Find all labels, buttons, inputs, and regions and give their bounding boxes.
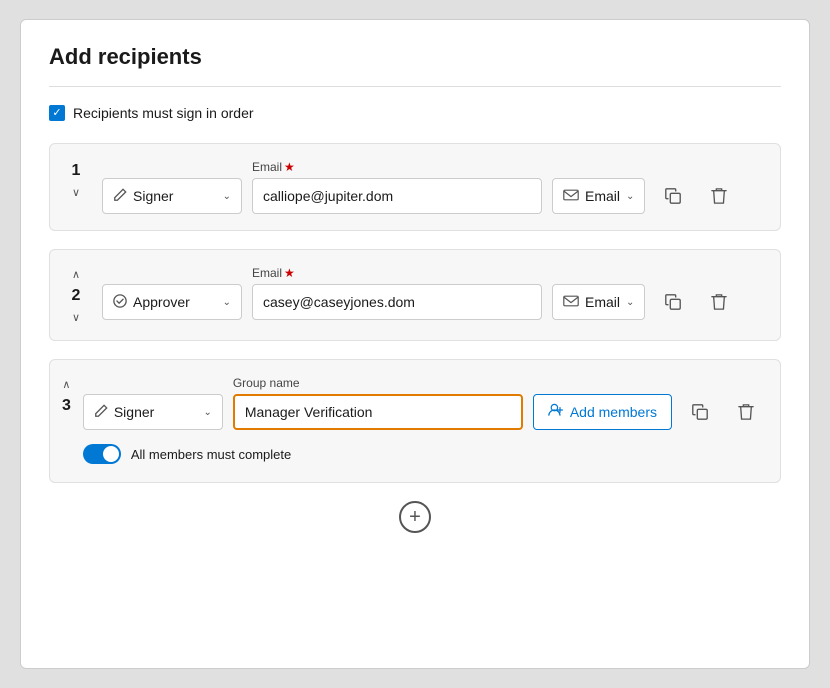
group-name-field-group: Group name — [233, 376, 523, 430]
delete-btn-2[interactable] — [701, 284, 737, 320]
all-members-row: All members must complete — [83, 444, 764, 464]
delivery-dropdown-1[interactable]: Email ⌄ — [552, 178, 645, 214]
add-members-button[interactable]: Add members — [533, 394, 672, 430]
recipient-body-1: Signer ⌄ Email★ — [102, 160, 764, 214]
add-recipient-button[interactable]: + — [399, 501, 431, 533]
person-add-icon — [548, 403, 564, 421]
title-divider — [49, 86, 781, 87]
envelope-icon-2 — [563, 294, 579, 310]
recipient-main-row-1: Signer ⌄ Email★ — [102, 160, 764, 214]
dropdown-arrow-icon-1: ⌄ — [223, 191, 231, 202]
email-input-1[interactable] — [252, 178, 542, 214]
all-members-label: All members must complete — [131, 447, 291, 462]
delivery-dropdown-2[interactable]: Email ⌄ — [552, 284, 645, 320]
envelope-icon-1 — [563, 188, 579, 204]
approver-icon-2 — [113, 294, 127, 311]
recipient-number-col-3: ∧ 3 — [50, 376, 83, 415]
toggle-thumb — [103, 446, 119, 462]
add-circle-row: + — [49, 501, 781, 533]
email-field-group-2: Email★ — [252, 266, 542, 320]
copy-btn-2[interactable] — [655, 284, 691, 320]
modal-title: Add recipients — [49, 44, 781, 70]
recipient-card-3: ∧ 3 Signer ⌄ — [49, 359, 781, 483]
group-name-label: Group name — [233, 376, 523, 390]
role-dropdown-2[interactable]: Approver ⌄ — [102, 284, 242, 320]
toggle-track — [83, 444, 121, 464]
recipient-card-1: 1 ∨ Signer ⌄ — [49, 143, 781, 231]
dropdown-arrow-icon-2: ⌄ — [223, 297, 231, 308]
recipient-main-row-2: Approver ⌄ Email★ — [102, 266, 764, 320]
sign-order-label: Recipients must sign in order — [73, 105, 254, 121]
recipient-card-2: ∧ 2 ∨ Approver ⌄ — [49, 249, 781, 341]
add-members-label: Add members — [570, 404, 657, 420]
chevron-down-icon-1[interactable]: ∨ — [72, 186, 80, 199]
delete-btn-3[interactable] — [728, 394, 764, 430]
delivery-label-1: Email — [585, 188, 620, 204]
copy-btn-3[interactable] — [682, 394, 718, 430]
delete-btn-1[interactable] — [701, 178, 737, 214]
pen-icon-1 — [113, 188, 127, 205]
recipient-number-1: 1 — [72, 162, 81, 180]
role-field-group-2: Approver ⌄ — [102, 266, 242, 320]
role-dropdown-3[interactable]: Signer ⌄ — [83, 394, 223, 430]
chevron-down-icon-2[interactable]: ∨ — [72, 311, 80, 324]
delivery-arrow-icon-1: ⌄ — [626, 191, 634, 202]
recipient-number-3: 3 — [62, 397, 71, 415]
email-label-1: Email★ — [252, 160, 542, 174]
recipient-body-3: Signer ⌄ Group name — [83, 376, 764, 464]
email-field-group-1: Email★ — [252, 160, 542, 214]
email-input-2[interactable] — [252, 284, 542, 320]
sign-order-checkbox[interactable]: ✓ — [49, 105, 65, 121]
all-members-toggle[interactable] — [83, 444, 121, 464]
role-field-group-1: Signer ⌄ — [102, 160, 242, 214]
role-label-1: Signer — [133, 188, 217, 204]
pen-icon-3 — [94, 404, 108, 421]
chevron-up-icon-2[interactable]: ∧ — [72, 268, 80, 281]
role-label-2: Approver — [133, 294, 217, 310]
add-recipients-modal: Add recipients ✓ Recipients must sign in… — [20, 19, 810, 669]
recipient-number-col-2: ∧ 2 ∨ — [50, 266, 102, 324]
copy-btn-1[interactable] — [655, 178, 691, 214]
chevron-up-icon-3[interactable]: ∧ — [62, 378, 70, 391]
dropdown-arrow-icon-3: ⌄ — [203, 407, 211, 418]
recipient-number-2: 2 — [72, 287, 81, 305]
role-dropdown-1[interactable]: Signer ⌄ — [102, 178, 242, 214]
group-name-input[interactable] — [233, 394, 523, 430]
delivery-label-2: Email — [585, 294, 620, 310]
recipient-number-col-1: 1 ∨ — [50, 160, 102, 199]
delivery-arrow-icon-2: ⌄ — [626, 297, 634, 308]
email-label-2: Email★ — [252, 266, 542, 280]
recipient-main-row-3: Signer ⌄ Group name — [83, 376, 764, 430]
role-label-3: Signer — [114, 404, 198, 420]
checkbox-check-icon: ✓ — [52, 108, 61, 119]
role-field-group-3: Signer ⌄ — [83, 376, 223, 430]
recipient-body-2: Approver ⌄ Email★ — [102, 266, 764, 320]
sign-order-row: ✓ Recipients must sign in order — [49, 105, 781, 121]
